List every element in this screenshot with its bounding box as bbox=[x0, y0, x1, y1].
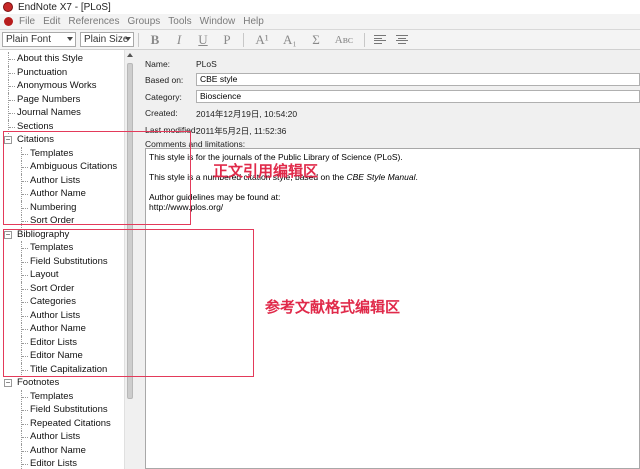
comment-line: Author guidelines may be found at: bbox=[149, 192, 281, 202]
tree-item-fn-author-lists[interactable]: Author Lists bbox=[0, 430, 124, 444]
based-on-value: CBE style bbox=[200, 74, 238, 84]
menu-file[interactable]: File bbox=[19, 16, 35, 27]
created-value: 2014年12月19日, 10:54:20 bbox=[196, 109, 298, 119]
symbol-button[interactable]: Σ bbox=[309, 32, 323, 48]
toolbar-divider bbox=[138, 32, 139, 47]
tree-item-about[interactable]: About this Style bbox=[0, 52, 124, 66]
name-value: PLoS bbox=[196, 59, 217, 69]
based-on-field[interactable]: CBE style bbox=[196, 73, 640, 86]
tree-item-fn-editor-lists[interactable]: Editor Lists bbox=[0, 457, 124, 469]
category-field[interactable]: Bioscience bbox=[196, 90, 640, 103]
size-select[interactable]: Plain Size bbox=[80, 32, 134, 47]
name-label: Name: bbox=[145, 59, 171, 69]
bold-button[interactable]: B bbox=[148, 32, 162, 48]
plain-button[interactable]: P bbox=[220, 32, 234, 48]
tree-group-label: Footnotes bbox=[17, 377, 60, 388]
collapse-icon[interactable]: − bbox=[4, 379, 12, 387]
bibliography-annotation-label: 参考文献格式编辑区 bbox=[265, 298, 401, 316]
category-label: Category: bbox=[145, 92, 182, 102]
menu-groups[interactable]: Groups bbox=[128, 16, 161, 27]
comment-link: http://www.plos.org/ bbox=[149, 202, 224, 212]
tree-item-anonymous-works[interactable]: Anonymous Works bbox=[0, 79, 124, 93]
menu-edit[interactable]: Edit bbox=[43, 16, 60, 27]
menu-references[interactable]: References bbox=[68, 16, 119, 27]
italic-button[interactable]: I bbox=[172, 32, 186, 48]
title-bar: EndNote X7 - [PLoS] bbox=[0, 0, 640, 14]
align-left-icon[interactable] bbox=[374, 35, 386, 44]
tree-item-fn-author-name[interactable]: Author Name bbox=[0, 443, 124, 457]
menu-help[interactable]: Help bbox=[243, 16, 264, 27]
font-select[interactable]: Plain Font bbox=[2, 32, 76, 47]
change-case-button[interactable]: Aʙᴄ bbox=[333, 34, 355, 46]
align-center-icon[interactable] bbox=[396, 35, 408, 44]
created-label: Created: bbox=[145, 108, 178, 118]
superscript-button[interactable]: A¹ bbox=[253, 32, 271, 48]
citation-annotation-box bbox=[3, 131, 191, 225]
menu-bar: File Edit References Groups Tools Window… bbox=[0, 14, 640, 29]
endnote-app-icon bbox=[3, 2, 13, 12]
tree-item-journal-names[interactable]: Journal Names bbox=[0, 106, 124, 120]
size-select-value: Plain Size bbox=[84, 34, 129, 45]
toolbar-divider bbox=[243, 32, 244, 47]
toolbar-divider bbox=[364, 32, 365, 47]
document-menu-icon[interactable] bbox=[4, 17, 13, 26]
category-value: Bioscience bbox=[200, 91, 242, 101]
menu-tools[interactable]: Tools bbox=[168, 16, 191, 27]
citation-annotation-label: 正文引用编辑区 bbox=[213, 162, 319, 180]
format-toolbar: Plain Font Plain Size B I U P A¹ A₁ Σ Aʙ… bbox=[0, 29, 640, 50]
chevron-down-icon bbox=[67, 37, 73, 41]
window-title: EndNote X7 - [PLoS] bbox=[18, 1, 111, 13]
bibliography-annotation-box bbox=[3, 229, 254, 377]
underline-button[interactable]: U bbox=[196, 32, 210, 48]
menu-window[interactable]: Window bbox=[200, 16, 236, 27]
tree-item-page-numbers[interactable]: Page Numbers bbox=[0, 92, 124, 106]
scroll-up-arrow-icon[interactable] bbox=[127, 53, 133, 57]
based-on-label: Based on: bbox=[145, 75, 184, 85]
font-select-value: Plain Font bbox=[6, 34, 52, 45]
tree-item-repeated-citations[interactable]: Repeated Citations bbox=[0, 416, 124, 430]
tree-item-punctuation[interactable]: Punctuation bbox=[0, 65, 124, 79]
subscript-button[interactable]: A₁ bbox=[281, 32, 299, 48]
modified-value: 2011年5月2日, 11:52:36 bbox=[196, 126, 287, 136]
tree-item-fn-templates[interactable]: Templates bbox=[0, 389, 124, 403]
tree-item-fn-field-substitutions[interactable]: Field Substitutions bbox=[0, 403, 124, 417]
chevron-down-icon bbox=[125, 37, 131, 41]
tree-group-footnotes[interactable]: − Footnotes bbox=[0, 376, 124, 390]
